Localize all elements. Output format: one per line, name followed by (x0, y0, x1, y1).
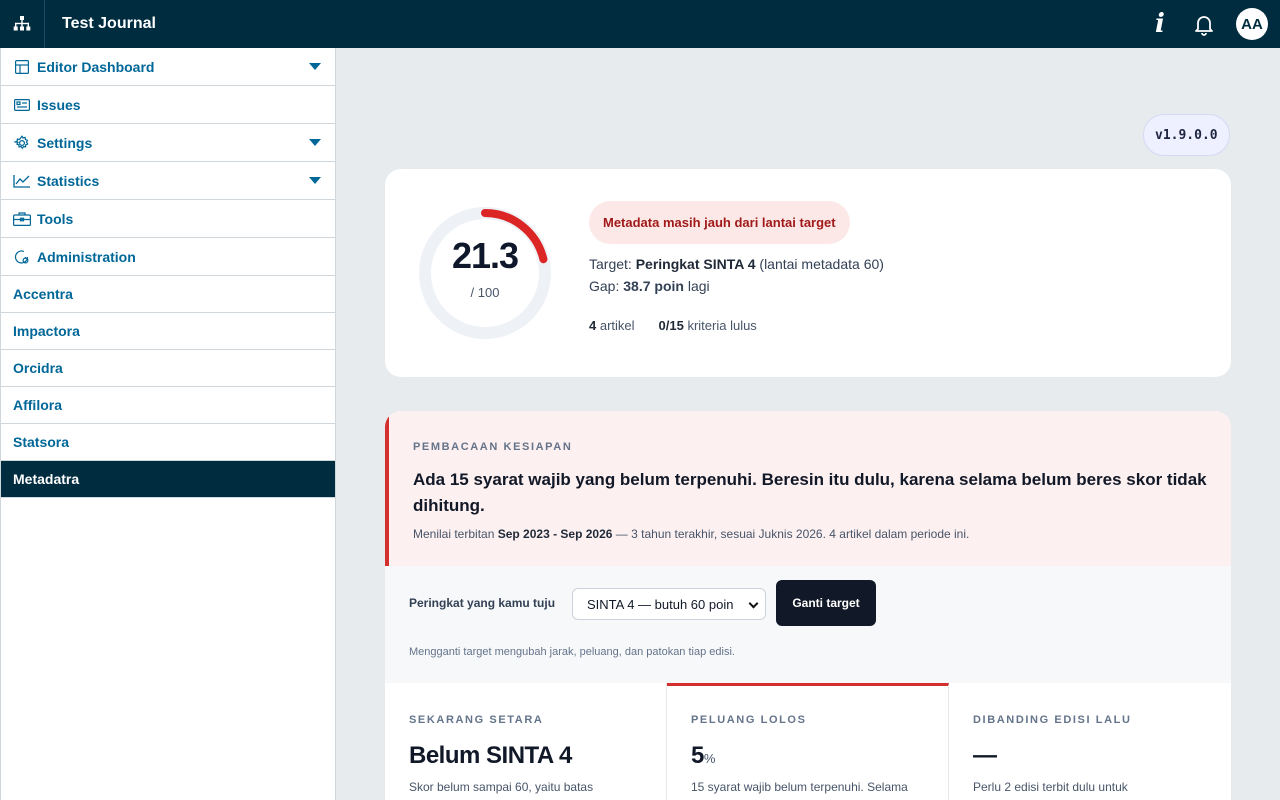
target-select[interactable]: SINTA 4 — butuh 60 poin (572, 588, 766, 620)
sidebar-item-label: Impactora (13, 323, 80, 339)
sidebar-item-tools[interactable]: Tools (1, 200, 335, 238)
sidebar-item-impactora[interactable]: Impactora (1, 313, 335, 350)
articles-count: 4 artikel (589, 318, 635, 333)
sub-period: Sep 2023 - Sep 2026 (497, 527, 613, 541)
stat-value-number: Belum SINTA 4 (409, 742, 572, 769)
toolbox-icon (13, 210, 31, 228)
stat-description: Skor belum sampai 60, yaitu batas (409, 780, 594, 794)
sidebar-item-statsora[interactable]: Statsora (1, 424, 335, 461)
issues-icon (13, 96, 31, 114)
sidebar-item-label: Statsora (13, 434, 70, 450)
readiness-title: Ada 15 syarat wajib yang belum terpenuhi… (413, 470, 1207, 515)
status-badge: Metadata masih jauh dari lantai target (589, 201, 850, 244)
target-line: Target: Peringkat SINTA 4 (lantai metada… (589, 256, 884, 272)
readiness-header: PEMBACAAN KESIAPAN Ada 15 syarat wajib y… (385, 411, 1231, 566)
stat-value: Belum SINTA 4 (409, 742, 642, 770)
stat-value: 5% (691, 742, 924, 770)
chevron-down-icon[interactable] (309, 139, 321, 146)
main-content: v1.9.0.0 21.3 / 100 Metadata masih jauh … (336, 48, 1280, 800)
readiness-card: PEMBACAAN KESIAPAN Ada 15 syarat wajib y… (385, 411, 1231, 800)
stats-row: SEKARANG SETARA Belum SINTA 4 Skor belum… (385, 683, 1231, 800)
chevron-down-icon[interactable] (309, 63, 321, 70)
sidebar-item-metadatra[interactable]: Metadatra (1, 461, 335, 498)
stat-value: — (973, 742, 1207, 770)
target-prefix: Target: (589, 256, 636, 272)
stat-eyebrow: PELUANG LOLOS (691, 714, 807, 726)
gear-icon (13, 134, 31, 152)
target-help-text: Mengganti target mengubah jarak, peluang… (409, 646, 735, 658)
sidebar-item-label: Issues (37, 96, 81, 113)
info-icon[interactable]: i (1148, 9, 1172, 39)
stat-pass-chance: PELUANG LOLOS 5% 15 syarat wajib belum t… (667, 683, 949, 800)
gap-suffix: lagi (683, 278, 710, 294)
stat-description: Perlu 2 edisi terbit dulu untuk (973, 780, 1128, 794)
sidebar-item-accentra[interactable]: Accentra (1, 276, 335, 313)
sidebar-item-label: Orcidra (13, 360, 63, 376)
sidebar-item-settings[interactable]: Settings (1, 124, 335, 162)
sidebar-item-label: Metadatra (13, 471, 80, 487)
sidebar-item-label: Accentra (13, 286, 73, 302)
sidebar-item-label: Editor Dashboard (37, 58, 155, 75)
sidebar-item-editor-dashboard[interactable]: Editor Dashboard (1, 48, 335, 86)
change-target-button[interactable]: Ganti target (776, 580, 876, 626)
target-select-value: SINTA 4 — butuh 60 poin (587, 596, 734, 612)
gap-prefix: Gap: (589, 278, 624, 294)
score-gauge: 21.3 / 100 (417, 205, 553, 341)
sidebar-item-issues[interactable]: Issues (1, 86, 335, 124)
sub-prefix: Menilai terbitan (413, 527, 498, 541)
stat-vs-previous: DIBANDING EDISI LALU — Perlu 2 edisi ter… (949, 683, 1231, 800)
sidebar-item-administration[interactable]: Administration (1, 238, 335, 276)
avatar[interactable]: AA (1236, 8, 1268, 40)
sidebar-item-orcidra[interactable]: Orcidra (1, 350, 335, 387)
stat-description: 15 syarat wajib belum terpenuhi. Selama (691, 780, 908, 794)
stat-eyebrow: SEKARANG SETARA (409, 714, 544, 726)
gap-value: 38.7 poin (623, 278, 684, 294)
score-info: Metadata masih jauh dari lantai target T… (589, 201, 884, 333)
sidebar: Editor Dashboard Issues Settings Statist… (0, 48, 336, 800)
criteria-count: 0/15 kriteria lulus (659, 318, 757, 333)
admin-icon (13, 248, 31, 266)
gap-line: Gap: 38.7 poin lagi (589, 278, 884, 294)
bell-icon[interactable] (1190, 10, 1218, 38)
chart-line-icon (13, 172, 31, 190)
sidebar-item-label: Settings (37, 134, 93, 151)
score-max: / 100 (470, 285, 500, 300)
criteria-number: 0/15 (658, 318, 684, 333)
dashboard-icon (13, 58, 31, 76)
counts-row: 4 artikel 0/15 kriteria lulus (589, 318, 884, 333)
sidebar-item-label: Affilora (13, 397, 62, 413)
target-name: Peringkat SINTA 4 (635, 256, 756, 272)
sidebar-item-label: Statistics (37, 172, 100, 189)
articles-label: artikel (596, 318, 635, 333)
criteria-label: kriteria lulus (683, 318, 757, 333)
target-suffix: (lantai metadata 60) (755, 256, 884, 272)
chevron-down-icon (748, 598, 759, 609)
stat-unit: % (703, 751, 716, 766)
target-selector-row: Peringkat yang kamu tuju SINTA 4 — butuh… (385, 566, 1231, 683)
stat-eyebrow: DIBANDING EDISI LALU (973, 714, 1132, 726)
chevron-down-icon[interactable] (309, 177, 321, 184)
journal-title[interactable]: Test Journal (62, 15, 156, 33)
version-badge: v1.9.0.0 (1143, 114, 1230, 156)
score-card: 21.3 / 100 Metadata masih jauh dari lant… (385, 169, 1231, 377)
readiness-subtitle: Menilai terbitan Sep 2023 - Sep 2026 — 3… (413, 527, 1207, 541)
top-bar: Test Journal i AA (0, 0, 1280, 48)
stat-current-level: SEKARANG SETARA Belum SINTA 4 Skor belum… (385, 683, 667, 800)
readiness-eyebrow: PEMBACAAN KESIAPAN (413, 441, 573, 453)
target-select-label: Peringkat yang kamu tuju (409, 596, 556, 610)
sitemap-icon[interactable] (0, 0, 45, 48)
score-value: 21.3 (451, 235, 519, 276)
sidebar-item-statistics[interactable]: Statistics (1, 162, 335, 200)
stat-value-number: 5 (691, 742, 704, 769)
sidebar-item-label: Tools (37, 210, 74, 227)
sub-suffix: — 3 tahun terakhir, sesuai Juknis 2026. … (612, 527, 970, 541)
sidebar-item-affilora[interactable]: Affilora (1, 387, 335, 424)
stat-value-number: — (973, 742, 997, 769)
sidebar-item-label: Administration (37, 248, 136, 265)
